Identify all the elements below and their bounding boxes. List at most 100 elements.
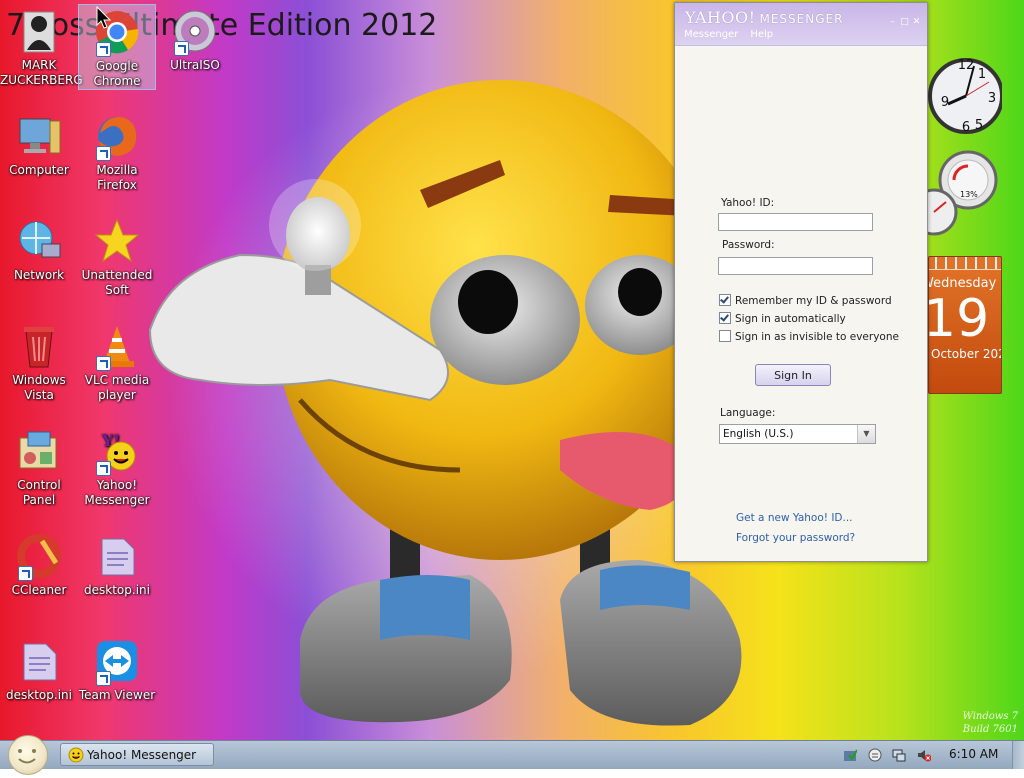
desktop-icon-team-viewer[interactable]: Team Viewer <box>78 638 156 703</box>
yahoo-logo-text: YAHOO! <box>685 8 756 27</box>
language-select[interactable]: English (U.S.) ▼ <box>719 424 876 444</box>
start-button[interactable] <box>8 735 48 775</box>
forgot-password-link[interactable]: Forgot your password? <box>736 532 855 544</box>
system-clock[interactable]: 6:10 AM <box>949 747 998 761</box>
cpu-meter-gadget[interactable]: 13% <box>910 150 1000 236</box>
shortcut-arrow-icon <box>174 41 189 56</box>
desktop-icon-computer[interactable]: Computer <box>0 113 78 178</box>
remember-checkbox[interactable] <box>719 294 731 306</box>
close-icon[interactable]: ✕ <box>912 18 921 27</box>
taskbar: Yahoo! Messenger 6:10 AM <box>0 735 1024 775</box>
svg-text:6: 6 <box>962 120 970 135</box>
messenger-tray-icon[interactable] <box>868 748 882 762</box>
desktop-icon-google-chrome[interactable]: Google Chrome <box>78 4 156 90</box>
desktop-icon-label: Computer <box>9 163 69 177</box>
desktop-icon-desktop-ini-2[interactable]: desktop.ini <box>0 638 78 703</box>
desktop-icon-label: MARK ZUCKERBERG <box>0 58 83 87</box>
desktop-icon-label: desktop.ini <box>6 688 72 702</box>
password-label: Password: <box>722 239 775 251</box>
watermark-line-1: Windows 7 <box>962 711 1018 722</box>
yahoo-id-input[interactable] <box>718 213 873 231</box>
shortcut-arrow-icon <box>96 356 111 371</box>
taskbar-button-yahoo-messenger[interactable]: Yahoo! Messenger <box>60 743 214 766</box>
clock-gadget[interactable]: 12 1 3 569 <box>926 36 1004 158</box>
desktop-icon-mozilla-firefox[interactable]: Mozilla Firefox <box>78 113 156 193</box>
ini-file-icon <box>16 638 62 684</box>
desktop-icon-label: CCleaner <box>11 583 67 597</box>
disc-icon <box>172 8 218 56</box>
language-label: Language: <box>720 407 776 419</box>
svg-text:5: 5 <box>975 118 983 133</box>
desktop-icon-label: Windows Vista <box>12 373 66 402</box>
auto-signin-label: Sign in automatically <box>735 313 846 325</box>
yahoo-messenger-window: YAHOO! MESSENGER – □ ✕ Messenger Help Yahoo!… <box>674 2 928 562</box>
desktop-icon-label: Network <box>13 268 65 282</box>
taskbar-button-label: Yahoo! Messenger <box>87 748 197 762</box>
maximize-icon[interactable]: □ <box>900 18 909 27</box>
password-input[interactable] <box>718 257 873 275</box>
recycle-bin-icon <box>16 323 62 369</box>
desktop-icon-label: Unattended Soft <box>81 268 153 297</box>
chevron-down-icon[interactable]: ▼ <box>857 425 875 443</box>
desktop-icon-windows-vista[interactable]: Windows Vista <box>0 323 78 403</box>
yahoo-id-label: Yahoo! ID: <box>721 197 775 209</box>
desktop-icon-yahoo-messenger[interactable]: Y! Yahoo! Messenger <box>78 428 156 508</box>
sign-in-button[interactable]: Sign In <box>755 364 831 386</box>
desktop-icon-control-panel[interactable]: Control Panel <box>0 428 78 508</box>
svg-text:3: 3 <box>988 91 996 106</box>
desktop-icon-label: Google Chrome <box>93 59 141 88</box>
calendar-rings <box>929 257 1001 270</box>
star-icon <box>94 218 140 264</box>
messenger-logo-text: MESSENGER <box>759 12 844 26</box>
shortcut-arrow-icon <box>96 42 111 57</box>
new-yahoo-id-link[interactable]: Get a new Yahoo! ID... <box>736 512 853 524</box>
calendar-date: 19 <box>928 289 990 349</box>
person-folder-icon <box>16 8 62 54</box>
desktop-icon-label: desktop.ini <box>84 583 150 597</box>
calendar-month: October 2022 <box>931 347 1001 361</box>
menu-item-messenger[interactable]: Messenger <box>684 29 738 40</box>
analog-clock-icon: 1213 569 <box>928 58 1004 135</box>
desktop-icon-vlc-media-player[interactable]: VLC media player <box>78 323 156 403</box>
remember-label: Remember my ID & password <box>735 295 892 307</box>
yahoo-logo: YAHOO! MESSENGER <box>685 8 843 27</box>
desktop-icon-desktop-ini-1[interactable]: desktop.ini <box>78 533 156 598</box>
network-icon <box>16 218 62 264</box>
desktop-icon-ccleaner[interactable]: CCleaner <box>0 533 78 598</box>
desktop-icon-label: VLC media player <box>84 373 150 402</box>
shortcut-arrow-icon <box>96 461 111 476</box>
desktop-icon-label: Mozilla Firefox <box>96 163 138 192</box>
shortcut-arrow-icon <box>96 146 111 161</box>
shortcut-arrow-icon <box>18 566 33 581</box>
invisible-checkbox[interactable] <box>719 330 731 342</box>
minimize-icon[interactable]: – <box>888 18 897 27</box>
auto-signin-checkbox[interactable] <box>719 312 731 324</box>
control-panel-icon <box>16 428 62 474</box>
invisible-checkbox-row[interactable]: Sign in as invisible to everyone <box>719 330 899 343</box>
calendar-gadget[interactable]: Wednesday 19 October 2022 <box>928 256 1002 394</box>
menu-bar: Messenger Help <box>684 29 785 40</box>
desktop-icon-label: Control Panel <box>17 478 61 507</box>
remember-checkbox-row[interactable]: Remember my ID & password <box>719 294 892 307</box>
desktop-icon-unattended-soft[interactable]: Unattended Soft <box>78 218 156 298</box>
windows-watermark: Windows 7 Build 7601 <box>963 710 1018 736</box>
ccleaner-icon <box>16 533 62 581</box>
window-controls: – □ ✕ <box>885 9 921 28</box>
auto-signin-checkbox-row[interactable]: Sign in automatically <box>719 312 846 325</box>
smiley-start-icon <box>18 749 36 764</box>
invisible-label: Sign in as invisible to everyone <box>735 331 899 343</box>
desktop-icon-ultraiso[interactable]: UltraISO <box>156 8 234 73</box>
show-desktop-button[interactable] <box>1012 741 1024 769</box>
menu-item-help[interactable]: Help <box>750 29 773 40</box>
network-tray-icon[interactable] <box>892 748 906 762</box>
volume-muted-tray-icon[interactable] <box>917 748 931 762</box>
desktop-icon-mark-zuckerberg[interactable]: MARK ZUCKERBERG <box>0 8 83 88</box>
vlc-cone-icon <box>94 323 140 371</box>
desktop-icon-label: UltraISO <box>170 58 220 72</box>
security-shield-tray-icon[interactable] <box>843 748 857 762</box>
desktop-icon-network[interactable]: Network <box>0 218 78 283</box>
desktop-icon-label: Team Viewer <box>78 688 156 702</box>
ini-file-icon <box>94 533 140 579</box>
mouse-cursor-icon <box>96 6 112 29</box>
window-titlebar[interactable]: YAHOO! MESSENGER – □ ✕ Messenger Help <box>675 3 927 46</box>
